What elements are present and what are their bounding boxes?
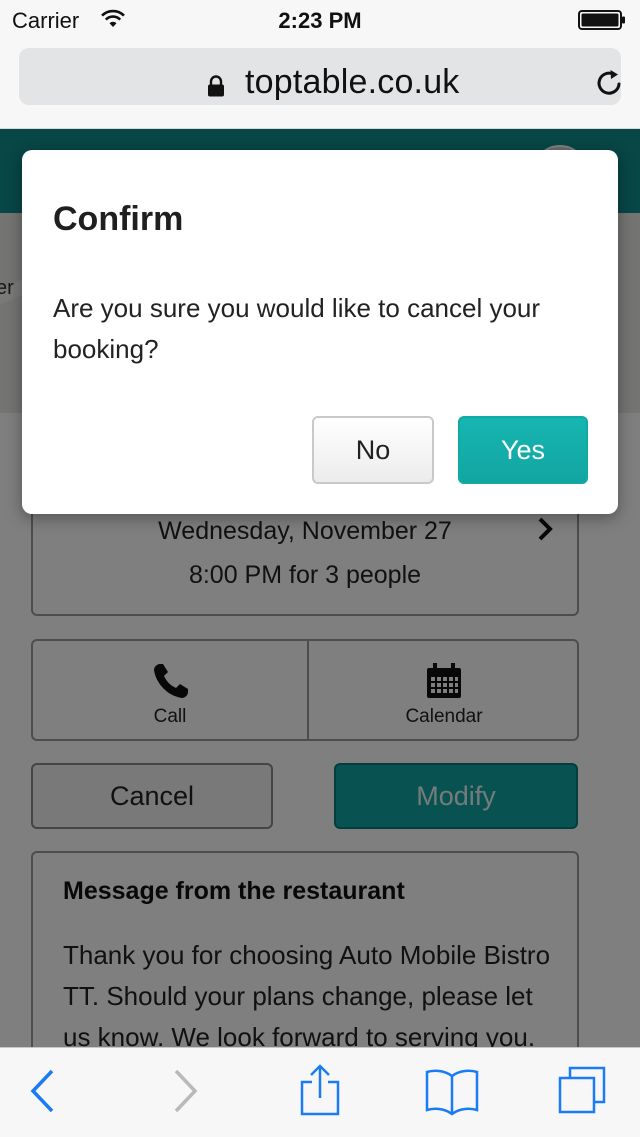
status-time: 2:23 PM bbox=[278, 8, 362, 33]
no-button[interactable]: No bbox=[312, 416, 434, 484]
status-bar: Carrier 2:23 PM bbox=[0, 0, 640, 40]
reload-icon[interactable] bbox=[595, 68, 625, 98]
yes-button[interactable]: Yes bbox=[458, 416, 588, 484]
battery-icon bbox=[578, 10, 625, 30]
dialog-message: Are you sure you would like to cancel yo… bbox=[53, 293, 541, 364]
tabs-icon[interactable] bbox=[556, 1064, 608, 1116]
address-bar[interactable]: toptable.co.uk bbox=[19, 48, 621, 105]
bookmarks-icon[interactable] bbox=[424, 1068, 480, 1116]
back-icon[interactable] bbox=[28, 1068, 58, 1114]
browser-top-bar: toptable.co.uk bbox=[0, 40, 640, 129]
url-text[interactable]: toptable.co.uk bbox=[245, 63, 460, 102]
dialog-title: Confirm bbox=[53, 200, 184, 238]
confirm-dialog: Confirm Are you sure you would like to c… bbox=[22, 150, 618, 514]
forward-icon[interactable] bbox=[170, 1068, 200, 1114]
share-icon[interactable] bbox=[298, 1064, 342, 1116]
lock-icon bbox=[208, 75, 224, 97]
browser-toolbar bbox=[0, 1047, 640, 1137]
